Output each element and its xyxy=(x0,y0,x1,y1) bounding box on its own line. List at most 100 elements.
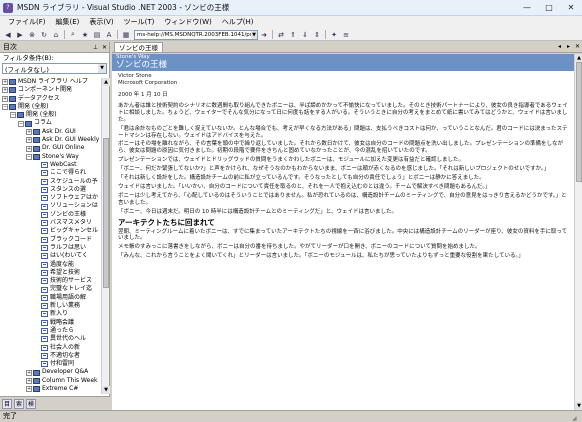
tab-close-icon[interactable]: ✕ xyxy=(573,42,582,52)
scroll-thumb[interactable] xyxy=(576,62,582,182)
tree-item[interactable]: + Developer Q&A xyxy=(0,368,102,376)
tree-item[interactable]: + データアクセス xyxy=(0,95,102,103)
minimize-button[interactable]: — xyxy=(516,0,538,16)
collapse-icon[interactable]: − xyxy=(2,104,8,111)
close-button[interactable]: ✕ xyxy=(560,0,582,16)
pane-close-icon[interactable]: ✕ xyxy=(100,43,109,52)
scroll-up-icon[interactable]: ▲ xyxy=(575,54,582,62)
resize-grip-icon[interactable]: ◢ xyxy=(572,413,580,422)
tree-item[interactable]: 過度な能 xyxy=(0,261,102,269)
book-icon xyxy=(33,369,40,376)
menu-help[interactable]: ヘルプ(H) xyxy=(217,16,259,29)
scroll-thumb[interactable] xyxy=(103,138,109,288)
doc-paragraph: ウェイドは言いました。「いいかい、自分のコードについて責任を取るのと、それを一人… xyxy=(118,183,491,190)
tree-item[interactable]: 異世代のヘル xyxy=(0,335,102,343)
tree-item[interactable]: 不適切な者 xyxy=(0,352,102,360)
expand-icon[interactable]: + xyxy=(2,95,8,102)
tree-item[interactable]: 完璧なトレイ迄 xyxy=(0,285,102,293)
options-icon[interactable]: ≡ xyxy=(341,30,351,40)
scroll-down-icon[interactable]: ▼ xyxy=(575,402,582,410)
expand-icon[interactable]: + xyxy=(26,128,32,135)
contents-tab-icon[interactable]: 目 xyxy=(2,398,12,409)
tab-scroll-left-icon[interactable]: ◂ xyxy=(555,42,564,52)
tree-item[interactable]: 戦略会議 xyxy=(0,319,102,327)
tree-item-label: 新入り xyxy=(50,310,69,318)
back-icon[interactable]: ◀ xyxy=(3,30,13,40)
tree-item[interactable]: はい(わいてく xyxy=(0,252,102,260)
tree-item[interactable]: − 開発 (全般) xyxy=(0,103,102,111)
tree-item[interactable]: 新入り xyxy=(0,310,102,318)
print-icon[interactable]: ▤ xyxy=(92,30,102,40)
tree-item[interactable]: 希望と技術 xyxy=(0,269,102,277)
document-scrollbar[interactable]: ▲ ▼ xyxy=(574,54,582,410)
next-topic-icon[interactable]: ⇓ xyxy=(300,30,310,40)
forward-icon[interactable]: ▶ xyxy=(15,30,25,40)
expand-icon[interactable]: + xyxy=(26,145,32,152)
contents-scrollbar[interactable]: ▲ ▼ xyxy=(101,78,110,394)
tree-item[interactable]: 社会人の新 xyxy=(0,344,102,352)
collapse-icon[interactable]: − xyxy=(10,112,16,119)
tab-scroll-right-icon[interactable]: ▸ xyxy=(564,42,573,52)
expand-icon[interactable]: + xyxy=(26,377,32,384)
home-icon[interactable]: ⌂ xyxy=(51,30,61,40)
url-input[interactable]: ms-help://MS.MSDNQTR.2003FEB.1041/pdnsto xyxy=(134,29,252,40)
url-dropdown-button[interactable]: ▼ xyxy=(251,29,258,40)
menu-window[interactable]: ウィンドウ(W) xyxy=(159,16,216,29)
tree-item[interactable]: − 開発 (全般) xyxy=(0,111,102,119)
expand-icon[interactable]: + xyxy=(2,79,8,86)
tree-item[interactable]: ゾンビの王様 xyxy=(0,211,102,219)
menu-edit[interactable]: 編集(E) xyxy=(51,16,85,29)
tree-item[interactable]: + Ask Dr. GUI Weekly xyxy=(0,136,102,144)
tree-item[interactable]: スケジュールの予 xyxy=(0,178,102,186)
tree-item[interactable]: ラルフは思い xyxy=(0,244,102,252)
tab-document[interactable]: ゾンビの王様 xyxy=(114,42,163,52)
stop-icon[interactable]: ⊗ xyxy=(27,30,37,40)
tree-item[interactable]: スタンスの選 xyxy=(0,186,102,194)
maximize-button[interactable]: □ xyxy=(538,0,560,16)
tree-item-label: スタンスの選 xyxy=(50,185,86,193)
tree-item[interactable]: − Stone's Way xyxy=(0,153,102,161)
expand-icon[interactable]: + xyxy=(26,386,32,393)
tree-item[interactable]: 職場用語の解 xyxy=(0,294,102,302)
tree-item-label: Column This Week xyxy=(42,376,98,384)
tree-item[interactable]: + Extreme C# xyxy=(0,385,102,393)
tree-item[interactable]: + Dr. GUI Online xyxy=(0,144,102,152)
tree-item[interactable]: ここで得られ xyxy=(0,169,102,177)
chevron-down-icon[interactable]: ▼ xyxy=(98,64,106,73)
expand-icon[interactable]: ⇕ xyxy=(312,30,322,40)
contents-tree: + MSDN ライブラリ ヘルプ + コンポーネント開発 + データアクセス − 開発 (全般… xyxy=(0,78,102,394)
prev-topic-icon[interactable]: ⇑ xyxy=(288,30,298,40)
sync-icon[interactable]: ⇄ xyxy=(276,30,286,40)
refresh-icon[interactable]: ↻ xyxy=(39,30,49,40)
expand-icon[interactable]: + xyxy=(26,369,32,376)
tree-item[interactable]: ブラックコード xyxy=(0,236,102,244)
pin-icon[interactable]: ⊥ xyxy=(91,43,100,52)
collapse-icon[interactable]: − xyxy=(18,120,24,127)
tree-item[interactable]: ソフトウェアはか xyxy=(0,194,102,202)
font-icon[interactable]: A xyxy=(104,30,114,40)
collapse-icon[interactable]: − xyxy=(26,153,32,160)
tree-item[interactable]: ソリューションは xyxy=(0,202,102,210)
menu-tools[interactable]: ツール(T) xyxy=(119,16,160,29)
expand-icon[interactable]: + xyxy=(26,137,32,144)
help-favorites-icon[interactable]: ✦ xyxy=(329,30,339,40)
search-icon[interactable]: ⌕ xyxy=(68,30,78,40)
tree-item-label: Stone's Way xyxy=(42,152,79,160)
tree-item[interactable]: + コンポーネント開発 xyxy=(0,86,102,94)
search-tab-icon[interactable]: 検 xyxy=(26,398,36,409)
index-tab-icon[interactable]: 索 xyxy=(14,398,24,409)
scroll-down-icon[interactable]: ▼ xyxy=(102,386,110,394)
expand-icon[interactable]: + xyxy=(2,87,8,94)
go-icon[interactable]: ➜ xyxy=(259,30,269,40)
tree-item[interactable]: ビッグキャンセル xyxy=(0,227,102,235)
tree-item[interactable]: 通ったら xyxy=(0,327,102,335)
scroll-up-icon[interactable]: ▲ xyxy=(102,78,110,86)
tree-item[interactable]: + Column This Week xyxy=(0,377,102,385)
tree-item[interactable]: − コラム xyxy=(0,119,102,127)
menu-view[interactable]: 表示(V) xyxy=(84,16,118,29)
favorites-icon[interactable]: ★ xyxy=(80,30,90,40)
menu-file[interactable]: ファイル(F) xyxy=(3,16,51,29)
tree-item[interactable]: 付和雷同 xyxy=(0,360,102,368)
tree-item[interactable]: + Ask Dr. GUI xyxy=(0,128,102,136)
filter-select[interactable]: (フィルタなし) ▼ xyxy=(2,63,107,74)
